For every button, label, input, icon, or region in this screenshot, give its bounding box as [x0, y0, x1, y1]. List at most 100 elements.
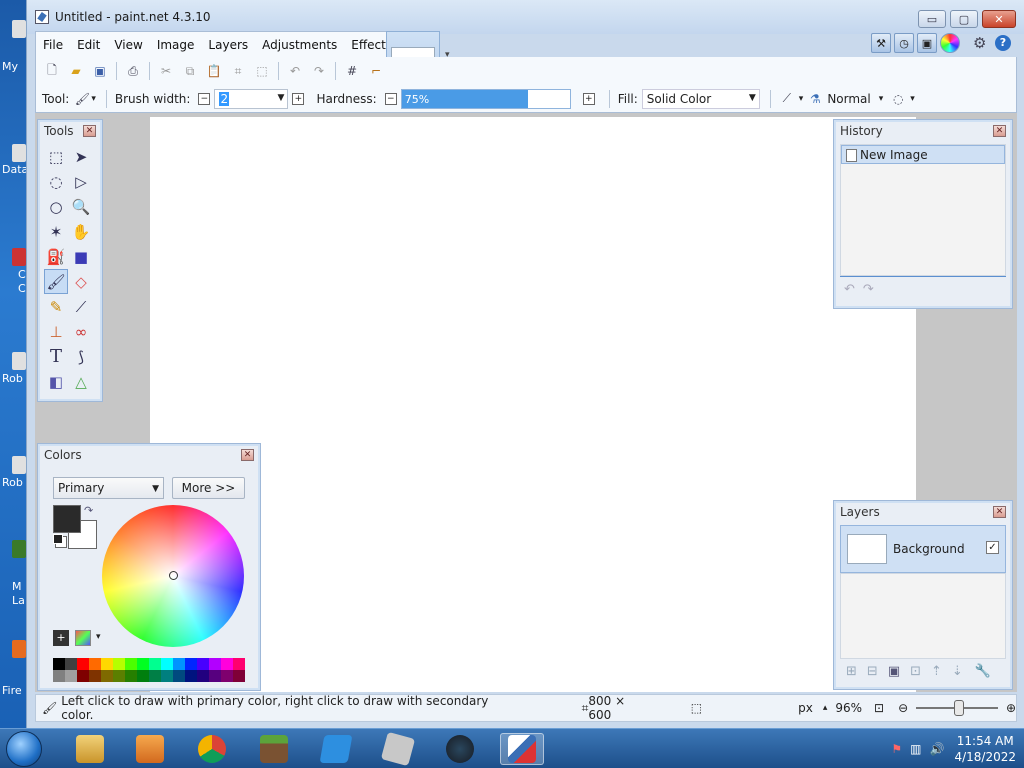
recolor-tool-icon[interactable]: ∞ [69, 319, 93, 344]
taskbar-roblox[interactable] [376, 731, 420, 767]
taskbar-minecraft[interactable] [252, 733, 296, 765]
tools-panel-header[interactable]: Tools ✕ [38, 120, 102, 142]
brush-width-field[interactable]: 2 ▼ [214, 88, 289, 109]
reset-colors-icon[interactable] [53, 534, 63, 544]
palette-swatch[interactable] [233, 670, 245, 682]
zoom-slider[interactable] [916, 700, 998, 716]
history-redo-icon[interactable]: ↷ [863, 282, 874, 297]
shortcut-icon[interactable] [12, 352, 26, 370]
brush-width-decrease-button[interactable]: − [198, 92, 211, 105]
taskbar-steam[interactable] [438, 733, 482, 765]
minecraft-shortcut-icon[interactable] [12, 540, 26, 558]
palette-swatch[interactable] [185, 670, 197, 682]
palette-swatch[interactable] [89, 670, 101, 682]
swap-colors-icon[interactable]: ↷ [84, 504, 93, 517]
units-dropdown-arrow-icon[interactable]: ▴ [823, 703, 828, 713]
redo-icon[interactable]: ↷ [310, 62, 328, 80]
history-window-toggle-icon[interactable]: ◷ [894, 33, 914, 53]
menu-adjustments[interactable]: Adjustments [255, 38, 344, 52]
palette-swatch[interactable] [209, 670, 221, 682]
palette-swatch[interactable] [77, 658, 89, 670]
palette-swatch[interactable] [65, 670, 77, 682]
eraser-tool-icon[interactable]: ◇ [69, 269, 93, 294]
text-tool-icon[interactable]: T [44, 344, 68, 369]
move-layer-down-icon[interactable]: ⇣ [952, 664, 963, 679]
blend-mode-flask-icon[interactable]: ⚗ [806, 90, 824, 108]
deselect-icon[interactable]: ⬚ [253, 62, 271, 80]
menu-edit[interactable]: Edit [70, 38, 107, 52]
drawing-canvas[interactable] [150, 117, 916, 692]
palette-swatch[interactable] [161, 670, 173, 682]
print-icon[interactable]: ⎙ [124, 62, 142, 80]
layer-visibility-checkbox[interactable]: ✓ [986, 541, 999, 554]
palette-swatch[interactable] [185, 658, 197, 670]
pencil-tool-icon[interactable]: ✎ [44, 294, 68, 319]
firefox-shortcut-icon[interactable] [12, 640, 26, 658]
color-wheel-cursor[interactable] [169, 571, 178, 580]
tools-window-toggle-icon[interactable]: ⚒ [871, 33, 891, 53]
history-item[interactable]: New Image [841, 145, 1005, 164]
duplicate-layer-icon[interactable]: ▣ [888, 664, 900, 679]
taskbar-roblox-studio[interactable] [314, 733, 358, 765]
help-icon[interactable]: ? [995, 35, 1011, 51]
palette-menu-icon[interactable] [75, 630, 91, 646]
minimize-button[interactable]: ▭ [918, 10, 946, 28]
palette-swatch[interactable] [233, 658, 245, 670]
menu-file[interactable]: File [36, 38, 70, 52]
move-selection-tool-icon[interactable]: ▷ [69, 169, 93, 194]
undo-icon[interactable]: ↶ [286, 62, 304, 80]
delete-layer-icon[interactable]: ⊟ [867, 664, 878, 679]
palette-menu-arrow-icon[interactable]: ▾ [96, 632, 101, 642]
palette-swatch[interactable] [113, 670, 125, 682]
chevron-down-icon[interactable]: ▼ [749, 93, 756, 103]
palette-swatch[interactable] [197, 670, 209, 682]
layers-panel-header[interactable]: Layers ✕ [834, 501, 1012, 523]
colors-window-toggle-icon[interactable] [940, 33, 960, 53]
palette-swatch[interactable] [197, 658, 209, 670]
add-layer-icon[interactable]: ⊞ [846, 664, 857, 679]
palette-swatch[interactable] [65, 658, 77, 670]
layer-properties-wrench-icon[interactable]: 🔧 [975, 664, 991, 679]
fill-dropdown[interactable]: Solid Color ▼ [641, 88, 760, 109]
menu-layers[interactable]: Layers [201, 38, 255, 52]
title-bar[interactable]: Untitled - paint.net 4.3.10 ▭ ▢ ✕ [27, 0, 1024, 34]
chevron-down-icon[interactable]: ▼ [152, 484, 159, 494]
layers-window-toggle-icon[interactable]: ▣ [917, 33, 937, 53]
units-selector[interactable]: px [798, 701, 813, 715]
brush-width-increase-button[interactable]: + [292, 92, 305, 105]
network-icon[interactable]: ▥ [910, 742, 921, 756]
fit-to-window-icon[interactable]: ⊡ [874, 701, 884, 715]
palette-swatch[interactable] [89, 658, 101, 670]
palette-swatch[interactable] [221, 658, 233, 670]
menu-image[interactable]: Image [150, 38, 202, 52]
zoom-value[interactable]: 96% [835, 701, 862, 715]
shapes-extra-icon[interactable]: △ [69, 369, 93, 394]
new-file-icon[interactable]: 🗋 [43, 62, 61, 80]
palette-swatch[interactable] [101, 658, 113, 670]
crop-to-selection-icon[interactable]: ⌗ [229, 62, 247, 80]
ellipse-select-tool-icon[interactable]: ○ [44, 194, 68, 219]
grid-icon[interactable]: # [343, 62, 361, 80]
history-undo-icon[interactable]: ↶ [844, 282, 855, 297]
chevron-down-icon[interactable]: ▼ [278, 93, 285, 103]
merge-layer-icon[interactable]: ⊡ [910, 664, 921, 679]
paintbrush-tool-icon[interactable]: 🖌 [73, 90, 91, 108]
colors-panel-header[interactable]: Colors ✕ [38, 444, 260, 466]
color-mode-dropdown[interactable]: Primary ▼ [53, 477, 164, 499]
zoom-out-icon[interactable]: ⊖ [898, 701, 908, 715]
palette-swatch[interactable] [209, 658, 221, 670]
palette-swatch[interactable] [149, 670, 161, 682]
palette-swatch[interactable] [101, 670, 113, 682]
rulers-icon[interactable]: ⌐ [367, 62, 385, 80]
palette-swatch[interactable] [77, 670, 89, 682]
magic-wand-tool-icon[interactable]: ✶ [44, 219, 68, 244]
move-selected-pixels-tool-icon[interactable]: ➤ [69, 144, 93, 169]
palette-swatch[interactable] [221, 670, 233, 682]
volume-icon[interactable]: 🔊 [930, 742, 945, 756]
color-picker-tool-icon[interactable]: ⟋ [69, 294, 93, 319]
shortcut-icon[interactable] [12, 144, 26, 162]
lasso-select-tool-icon[interactable]: ◌ [44, 169, 68, 194]
taskbar-paintnet[interactable] [500, 733, 544, 765]
copy-icon[interactable]: ⧉ [181, 62, 199, 80]
start-button[interactable] [6, 731, 42, 767]
